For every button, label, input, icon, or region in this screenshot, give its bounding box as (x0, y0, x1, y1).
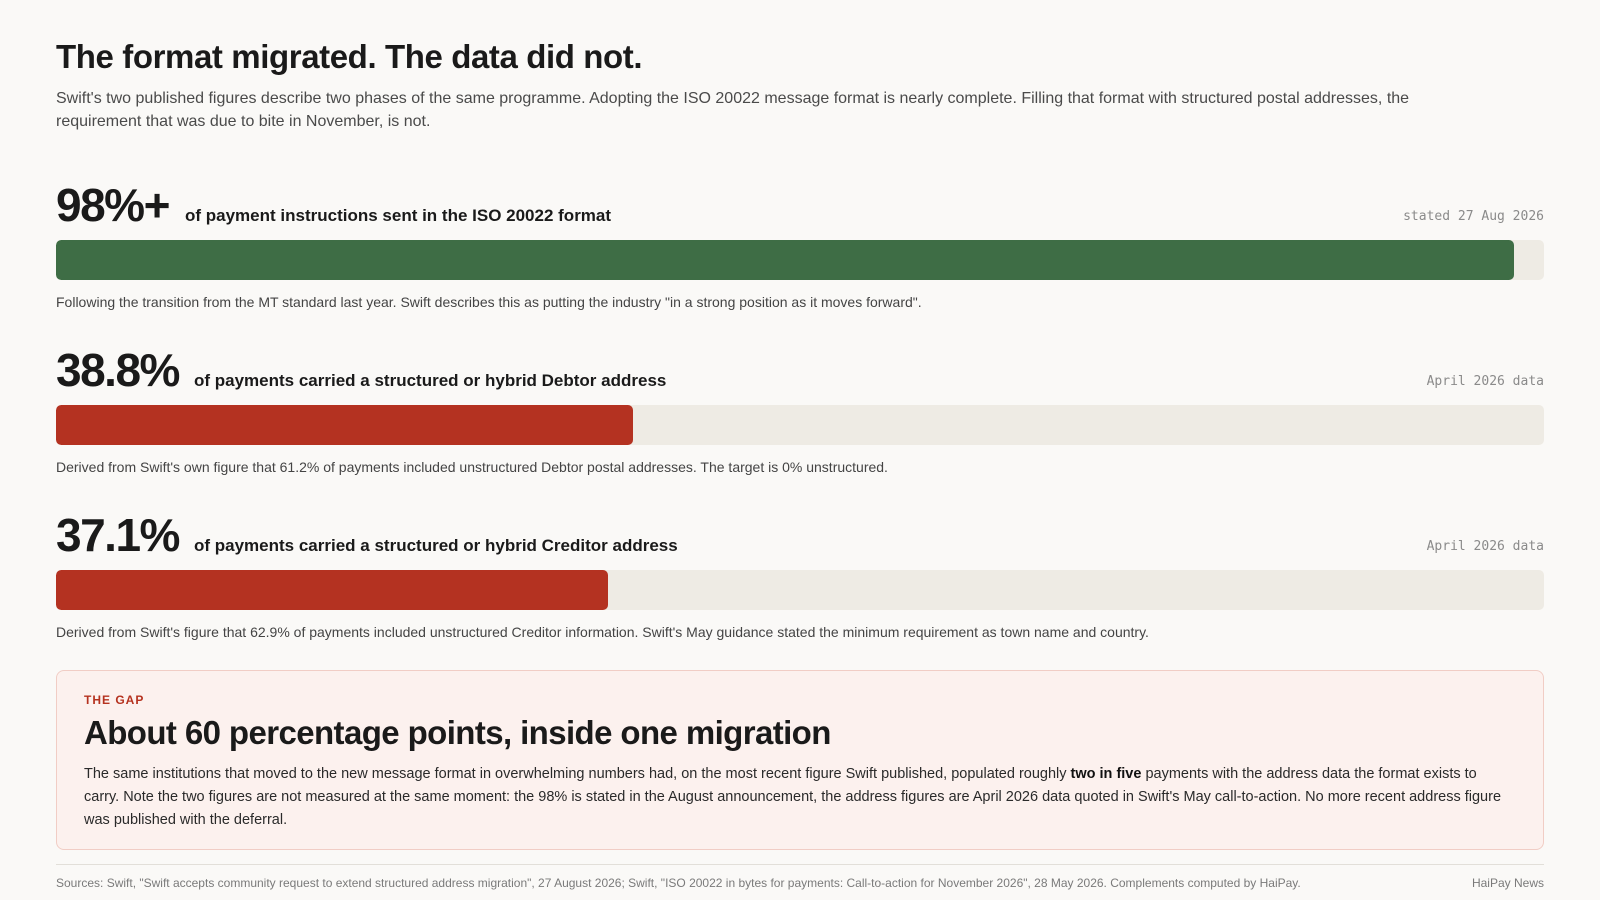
metric-iso20022-format: 98%+ of payment instructions sent in the… (56, 172, 1544, 312)
metric-value: 98%+ (56, 179, 170, 231)
page-subtitle: Swift's two published figures describe t… (56, 90, 1410, 130)
metric-note: Following the transition from the MT sta… (56, 294, 922, 310)
metric-value: 37.1% (56, 509, 180, 561)
gap-body-emphasis: two in five (1070, 766, 1142, 782)
gap-body: The same institutions that moved to the … (84, 763, 1514, 832)
metric-label: of payments carried a structured or hybr… (194, 371, 667, 390)
bar-fill (56, 405, 634, 445)
metric-value: 38.8% (56, 344, 180, 396)
metric-note: Derived from Swift's own figure that 61.… (56, 459, 888, 475)
metric-note: Derived from Swift's figure that 62.9% o… (56, 624, 1149, 640)
bar-fill (56, 240, 1515, 280)
bar-fill (56, 570, 609, 610)
metric-debtor-address: 38.8% of payments carried a structured o… (56, 337, 1544, 477)
bar-track (56, 240, 1544, 280)
gap-title: About 60 percentage points, inside one m… (84, 714, 831, 751)
metric-header: 98%+ of payment instructions sent in the… (56, 172, 1544, 228)
metric-label: of payment instructions sent in the ISO … (185, 206, 612, 225)
gap-kicker: THE GAP (84, 693, 145, 707)
gap-callout: THE GAP About 60 percentage points, insi… (56, 670, 1544, 850)
metric-date: stated 27 Aug 2026 (1403, 209, 1544, 224)
footer-divider (56, 864, 1544, 865)
bar-track (56, 570, 1544, 610)
metric-label: of payments carried a structured or hybr… (194, 536, 678, 555)
page-title: The format migrated. The data did not. (56, 38, 643, 75)
metric-creditor-address: 37.1% of payments carried a structured o… (56, 502, 1544, 642)
metric-header: 38.8% of payments carried a structured o… (56, 337, 1544, 393)
footer-brand: HaiPay News (1471, 876, 1544, 890)
metric-header: 37.1% of payments carried a structured o… (56, 502, 1544, 558)
bar-track (56, 405, 1544, 445)
metric-date: April 2026 data (1426, 374, 1544, 389)
gap-body-text: The same institutions that moved to the … (84, 766, 1071, 782)
footer-sources: Sources: Swift, "Swift accepts community… (56, 876, 1301, 890)
metric-date: April 2026 data (1426, 539, 1544, 554)
